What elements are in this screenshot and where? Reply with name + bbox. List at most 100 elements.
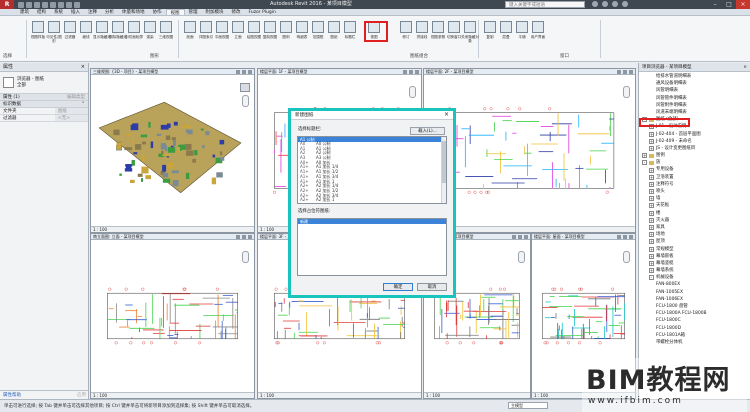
cancel-button[interactable]: 取消 — [417, 283, 447, 291]
restore-icon[interactable] — [518, 235, 522, 239]
browser-tree-item[interactable]: FAN-1005EX — [639, 289, 750, 296]
close-icon[interactable]: × — [81, 63, 85, 71]
minimize-icon[interactable] — [617, 235, 621, 239]
steering-wheel-icon[interactable] — [623, 251, 630, 263]
ribbon-button-16[interactable]: 明细表 — [294, 19, 310, 47]
browser-tree-item[interactable]: + 专用设备 — [639, 166, 750, 173]
tab-4[interactable]: 注释 — [84, 9, 101, 15]
expand-icon[interactable]: + — [649, 217, 654, 223]
browser-tree-item[interactable]: + JS - 设计变更图纸目 — [639, 145, 750, 152]
close-icon[interactable] — [524, 235, 528, 239]
browser-tree-item[interactable]: 带螺栓分体机 — [639, 339, 750, 346]
expand-icon[interactable]: + — [649, 138, 654, 144]
viewcube-icon[interactable] — [240, 83, 250, 92]
browser-tree-item[interactable]: + 场地 — [639, 231, 750, 238]
ribbon-button-21[interactable]: 修订 — [398, 19, 414, 47]
ribbon-button-6[interactable]: 剖切面轮廓 — [125, 19, 143, 47]
steering-wheel-icon[interactable] — [409, 86, 416, 98]
browser-tree-item[interactable]: 风管管件明细表 — [639, 95, 750, 102]
steering-wheel-icon[interactable] — [242, 251, 249, 263]
browser-tree-item[interactable]: + 墙 — [639, 195, 750, 202]
expand-icon[interactable]: + — [649, 225, 654, 231]
ribbon-button-10[interactable]: 详图索引 — [198, 19, 214, 47]
expand-icon[interactable]: + — [649, 253, 654, 259]
ribbon-button-17[interactable]: 范围框 — [310, 19, 326, 47]
browser-tree-item[interactable]: + 幕墙竖梃 — [639, 260, 750, 267]
ribbon-button-24[interactable]: 切换窗口 — [446, 19, 462, 47]
ribbon-button-25[interactable]: 关闭隐藏对象 — [461, 19, 479, 47]
ribbon-button-27[interactable]: 层叠 — [498, 19, 514, 47]
type-selector[interactable]: 浏览器 - 图纸 全部 — [0, 72, 88, 94]
browser-tree-item[interactable]: + 卫浴装置 — [639, 174, 750, 181]
steering-wheel-icon[interactable] — [242, 95, 249, 107]
browser-tree-item[interactable]: 风管附件明细表 — [639, 102, 750, 109]
expand-icon[interactable]: + — [649, 145, 654, 151]
close-icon[interactable]: × — [444, 111, 453, 119]
minimize-icon[interactable] — [617, 70, 621, 74]
view-control-bar[interactable]: 1 : 100 — [91, 226, 254, 232]
browser-tree-item[interactable]: + 注释符号 — [639, 181, 750, 188]
browser-tree-item[interactable]: FCU-1800D — [639, 325, 750, 332]
tab-3[interactable]: 插入 — [67, 9, 84, 15]
3d-view-icon[interactable] — [74, 1, 80, 8]
expand-icon[interactable]: + — [649, 232, 654, 238]
scrollbar-thumb[interactable] — [442, 141, 446, 183]
tab-9[interactable]: 管理 — [185, 9, 202, 15]
text-icon[interactable] — [66, 1, 72, 8]
view-control-bar[interactable]: 1 : 100 — [258, 392, 421, 398]
tab-6[interactable]: 体量和场地 — [118, 9, 149, 15]
tab-1[interactable]: 结构 — [33, 9, 50, 15]
browser-tree-item[interactable]: + 楼 — [639, 210, 750, 217]
properties-help-link[interactable]: 属性帮助 — [3, 391, 21, 399]
expand-icon[interactable]: + — [649, 239, 654, 245]
ribbon-button-14[interactable]: 复制视图 — [262, 19, 278, 47]
ribbon-button-19[interactable]: 标题栏 — [342, 19, 358, 47]
maximize-icon[interactable]: □ — [722, 0, 736, 9]
placeholder-sheet-list[interactable]: 新建 — [297, 218, 447, 276]
minimize-icon[interactable] — [403, 70, 407, 74]
load-button[interactable]: 载入(L)... — [410, 127, 445, 135]
collapse-icon[interactable]: - — [642, 160, 647, 166]
view-window-3[interactable]: 南立面图: 立面 - 某项目模型 1 : 100 — [90, 233, 255, 399]
ribbon-button-0[interactable]: 视图样板 — [30, 19, 46, 47]
ribbon-button-9[interactable]: 剖面 — [182, 19, 198, 47]
ribbon-button-1[interactable]: 可见性/图形 — [46, 19, 62, 47]
browser-tree-item[interactable]: 通风设备明细表 — [639, 80, 750, 87]
ribbon-button-11[interactable]: 平面视图 — [214, 19, 230, 47]
ribbon-button-22[interactable]: 拼接线 — [414, 19, 430, 47]
close-icon[interactable] — [629, 235, 633, 239]
steering-wheel-icon[interactable] — [518, 251, 525, 263]
view-canvas[interactable] — [91, 75, 254, 226]
ribbon-button-23[interactable]: 视图参照 — [430, 19, 446, 47]
ribbon-button-12[interactable]: 立面 — [230, 19, 246, 47]
browser-tree-item[interactable]: FAN-800EX — [639, 281, 750, 288]
expand-icon[interactable]: + — [649, 131, 654, 137]
title-block-list[interactable]: A1 公制 A0 A0 公制 A1 A1 公制 A2 A2 公制 A3 A3 公制 A0+ A0 … — [297, 136, 447, 204]
minimize-icon[interactable] — [512, 235, 516, 239]
browser-tree-item[interactable]: + 幕墙嵌板 — [639, 253, 750, 260]
view-control-bar[interactable]: 1 : 100 — [424, 392, 530, 398]
redo-icon[interactable] — [42, 1, 48, 8]
restore-icon[interactable] — [242, 235, 246, 239]
edit-type-button[interactable]: 编辑类型 — [67, 94, 85, 100]
expand-icon[interactable]: + — [649, 196, 654, 202]
help-icon[interactable] — [622, 1, 628, 7]
restore-icon[interactable] — [623, 70, 627, 74]
minimize-icon[interactable]: – — [708, 0, 722, 9]
measure-icon[interactable] — [58, 1, 64, 8]
close-icon[interactable] — [629, 70, 633, 74]
tab-2[interactable]: 系统 — [50, 9, 67, 15]
ribbon-button-18[interactable]: 图纸 — [326, 19, 342, 47]
close-icon[interactable]: × — [736, 0, 750, 9]
expand-icon[interactable]: + — [649, 210, 654, 216]
expand-icon[interactable]: + — [649, 181, 654, 187]
browser-tree-item[interactable]: + 幕墙系统 — [639, 267, 750, 274]
group-identity-data[interactable]: 标识数据 ⌃ — [0, 101, 88, 108]
ribbon-button-28[interactable]: 平铺 — [514, 19, 530, 47]
print-icon[interactable] — [50, 1, 56, 8]
browser-tree-item[interactable]: + J-02-404 - 首层平面图 — [639, 131, 750, 138]
ribbon-button-13[interactable]: 绘图视图 — [246, 19, 262, 47]
expand-icon[interactable]: + — [649, 203, 654, 209]
expand-icon[interactable]: + — [649, 167, 654, 173]
browser-tree-item[interactable]: + 图例 — [639, 152, 750, 159]
